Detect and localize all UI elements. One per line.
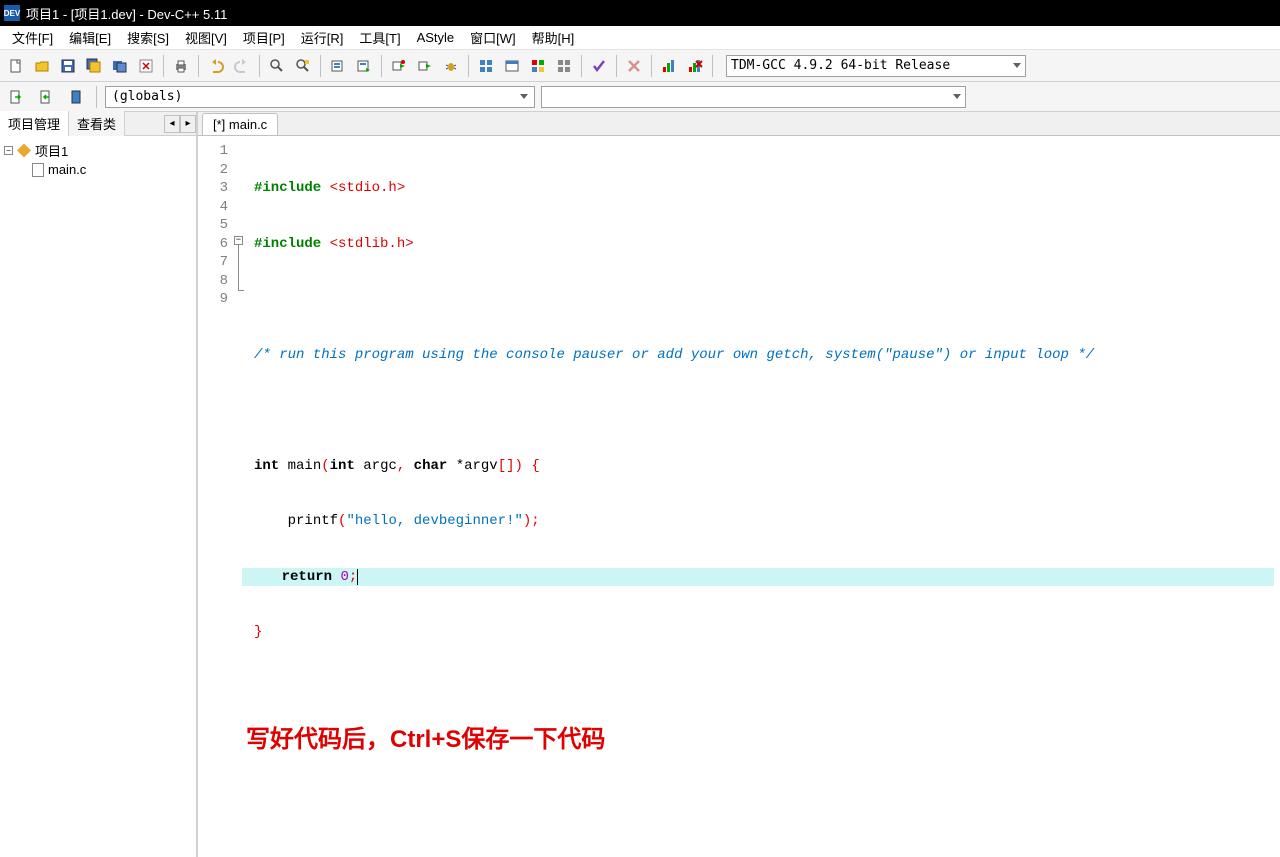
grid4-icon[interactable] — [526, 54, 550, 78]
text-cursor — [357, 569, 358, 585]
line-number: 9 — [198, 290, 228, 309]
separator — [198, 55, 199, 77]
menu-run[interactable]: 运行[R] — [293, 26, 352, 49]
tab-classes[interactable]: 查看类 — [69, 111, 125, 136]
open-icon[interactable] — [30, 54, 54, 78]
bookmark-icon[interactable] — [64, 85, 88, 109]
app-icon: DEV — [4, 5, 20, 21]
title-bar: DEV 项目1 - [项目1.dev] - Dev-C++ 5.11 — [0, 0, 1280, 26]
separator — [616, 55, 617, 77]
window-title: 项目1 - [项目1.dev] - Dev-C++ 5.11 — [26, 4, 227, 23]
scope-dropdown[interactable]: (globals) — [105, 86, 535, 108]
file-tab[interactable]: [*] main.c — [202, 113, 278, 135]
line-gutter: 1 2 3 4 5 6 7 8 9 — [198, 136, 234, 679]
save-icon[interactable] — [56, 54, 80, 78]
tree-project-node[interactable]: − 项目1 — [2, 140, 194, 161]
chart-delete-icon[interactable] — [683, 54, 707, 78]
project-tree: − 项目1 main.c — [0, 136, 196, 182]
editor-area: [*] main.c 1 2 3 4 5 6 7 8 9 − #include — [198, 112, 1280, 857]
close-icon[interactable] — [134, 54, 158, 78]
collapse-icon[interactable]: − — [4, 146, 13, 155]
replace-icon[interactable] — [291, 54, 315, 78]
grid2-icon[interactable] — [552, 54, 576, 78]
print-icon[interactable] — [169, 54, 193, 78]
menu-search[interactable]: 搜索[S] — [119, 26, 177, 49]
project-name: 项目1 — [35, 141, 68, 160]
debug-icon[interactable] — [439, 54, 463, 78]
separator — [96, 86, 97, 108]
scope-label: (globals) — [112, 89, 182, 104]
file-icon — [32, 163, 44, 177]
goto-icon[interactable] — [4, 85, 28, 109]
insert-icon[interactable] — [34, 85, 58, 109]
menu-project[interactable]: 项目[P] — [235, 26, 293, 49]
separator — [581, 55, 582, 77]
line-number: 5 — [198, 216, 228, 235]
compile-icon[interactable] — [326, 54, 350, 78]
chevron-down-icon — [1013, 63, 1021, 68]
code-content[interactable]: #include <stdio.h> #include <stdlib.h> /… — [248, 136, 1280, 679]
find-icon[interactable] — [265, 54, 289, 78]
chart-icon[interactable] — [657, 54, 681, 78]
file-name: main.c — [48, 162, 86, 177]
line-number: 4 — [198, 198, 228, 217]
check-icon[interactable] — [587, 54, 611, 78]
tab-project[interactable]: 项目管理 — [0, 111, 69, 136]
fold-column: − — [234, 136, 248, 679]
compiler-dropdown[interactable]: TDM-GCC 4.9.2 64-bit Release — [726, 55, 1026, 77]
tab-prev-icon[interactable]: ◂ — [164, 115, 180, 133]
menu-help[interactable]: 帮助[H] — [524, 26, 583, 49]
compile-run-icon[interactable] — [387, 54, 411, 78]
compiler-label: TDM-GCC 4.9.2 64-bit Release — [731, 58, 950, 73]
tab-next-icon[interactable]: ▸ — [180, 115, 196, 133]
separator — [259, 55, 260, 77]
menu-tools[interactable]: 工具[T] — [351, 26, 408, 49]
tree-file-node[interactable]: main.c — [2, 161, 194, 178]
separator — [468, 55, 469, 77]
run-icon[interactable] — [352, 54, 376, 78]
separator — [320, 55, 321, 77]
delete-icon[interactable] — [622, 54, 646, 78]
separator — [381, 55, 382, 77]
project-icon — [17, 144, 31, 158]
line-number: 1 — [198, 142, 228, 161]
menu-edit[interactable]: 编辑[E] — [61, 26, 119, 49]
menu-file[interactable]: 文件[F] — [4, 26, 61, 49]
annotation-text: 写好代码后，Ctrl+S保存一下代码 — [198, 679, 1280, 754]
line-number: 7 — [198, 253, 228, 272]
line-number: 6 — [198, 235, 228, 254]
menu-bar: 文件[F] 编辑[E] 搜索[S] 视图[V] 项目[P] 运行[R] 工具[T… — [0, 26, 1280, 50]
menu-astyle[interactable]: AStyle — [409, 28, 463, 47]
menu-window[interactable]: 窗口[W] — [462, 26, 524, 49]
window-icon[interactable] — [500, 54, 524, 78]
line-number: 8 — [198, 272, 228, 291]
file-tab-bar: [*] main.c — [198, 112, 1280, 136]
code-editor[interactable]: 1 2 3 4 5 6 7 8 9 − #include <stdio.h> #… — [198, 136, 1280, 679]
sidebar: 项目管理 查看类 ◂ ▸ − 项目1 main.c — [0, 112, 198, 857]
undo-icon[interactable] — [204, 54, 228, 78]
grid-icon[interactable] — [474, 54, 498, 78]
chevron-down-icon — [953, 94, 961, 99]
redo-icon[interactable] — [230, 54, 254, 78]
save-all-icon[interactable] — [82, 54, 106, 78]
line-number: 2 — [198, 161, 228, 180]
new-file-icon[interactable] — [4, 54, 28, 78]
separator — [651, 55, 652, 77]
save-as-icon[interactable] — [108, 54, 132, 78]
sidebar-tabs: 项目管理 查看类 ◂ ▸ — [0, 112, 196, 136]
secondary-toolbar: (globals) — [0, 82, 1280, 112]
main-area: 项目管理 查看类 ◂ ▸ − 项目1 main.c [*] main.c 1 — [0, 112, 1280, 857]
menu-view[interactable]: 视图[V] — [177, 26, 235, 49]
separator — [712, 55, 713, 77]
chevron-down-icon — [520, 94, 528, 99]
line-number: 3 — [198, 179, 228, 198]
separator — [163, 55, 164, 77]
member-dropdown[interactable] — [541, 86, 966, 108]
main-toolbar: TDM-GCC 4.9.2 64-bit Release — [0, 50, 1280, 82]
rebuild-icon[interactable] — [413, 54, 437, 78]
